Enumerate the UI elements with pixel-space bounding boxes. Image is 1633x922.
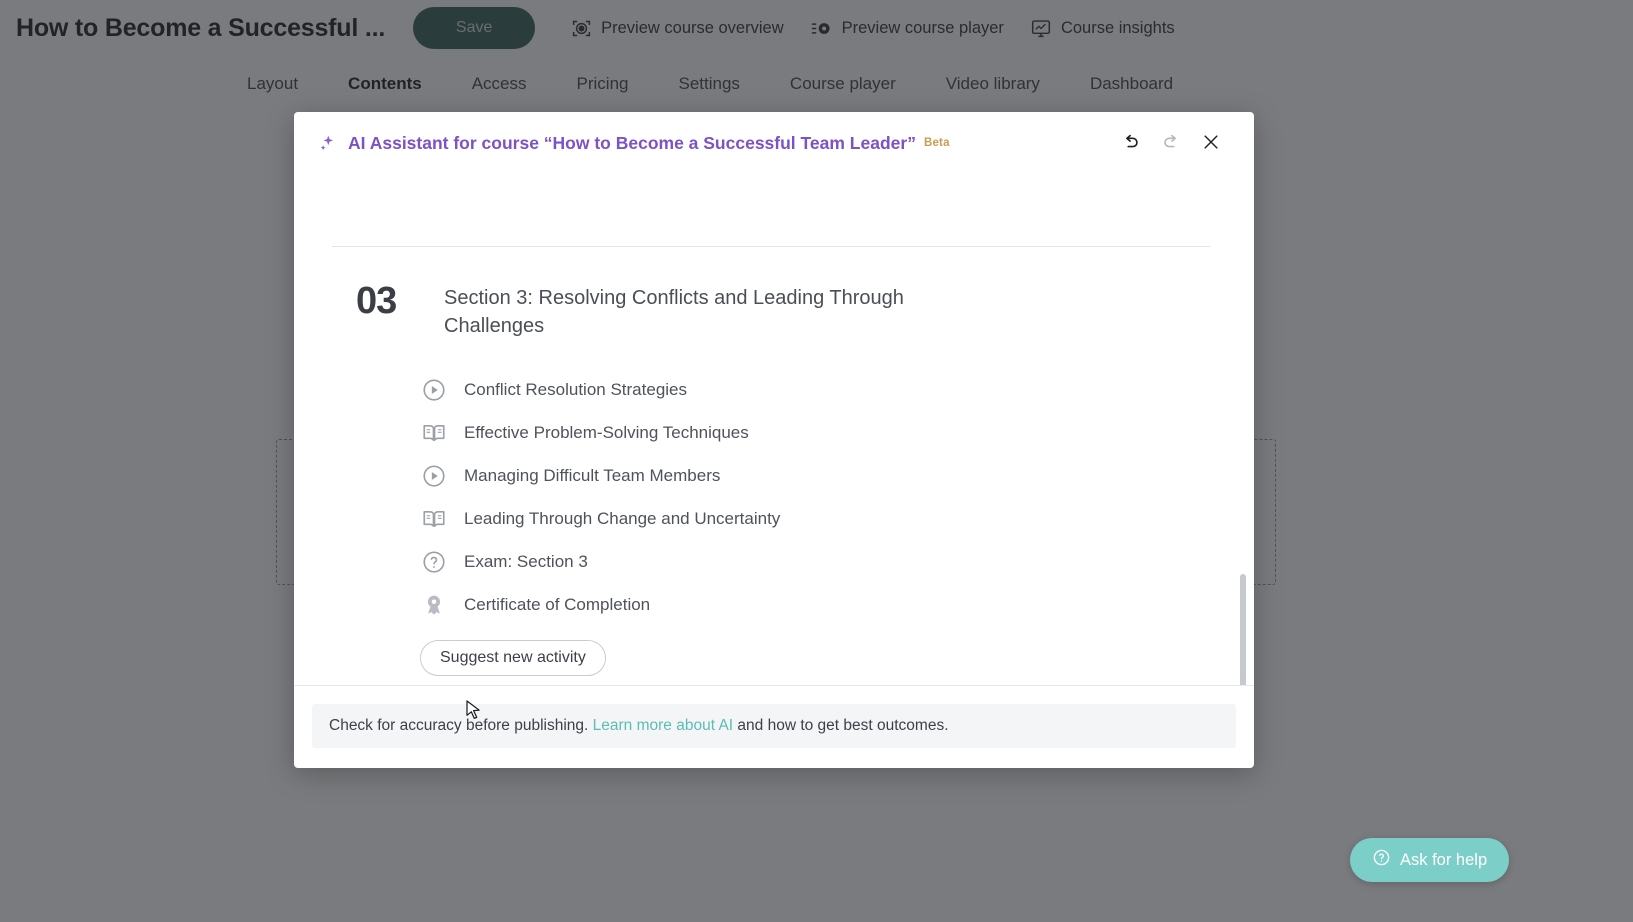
redo-button[interactable]	[1154, 126, 1188, 160]
suggest-new-activity-button[interactable]: Suggest new activity	[420, 640, 606, 676]
dialog-title: AI Assistant for course “How to Become a…	[348, 132, 916, 153]
close-button[interactable]	[1194, 126, 1228, 160]
question-circle-icon	[420, 548, 448, 576]
undo-icon	[1120, 131, 1142, 156]
ask-for-help-button[interactable]: Ask for help	[1350, 838, 1510, 882]
open-book-icon	[420, 505, 448, 533]
award-ribbon-icon	[420, 591, 448, 619]
list-item-label: Managing Difficult Team Members	[464, 465, 721, 485]
question-circle-icon	[1372, 848, 1391, 872]
open-book-icon	[420, 419, 448, 447]
list-item[interactable]: Exam: Section 3	[420, 540, 1210, 583]
activity-list: Conflict Resolution Strategies Effective…	[356, 368, 1210, 626]
list-item[interactable]: Certificate of Completion	[420, 583, 1210, 626]
disclaimer-text-after: and how to get best outcomes.	[733, 717, 949, 734]
list-item-label: Certificate of Completion	[464, 594, 651, 614]
dialog-content: 03 Section 3: Resolving Conflicts and Le…	[294, 174, 1254, 685]
play-circle-icon	[420, 462, 448, 490]
play-circle-icon	[420, 376, 448, 404]
content-scrollbar-thumb[interactable]	[1240, 574, 1246, 685]
redo-icon	[1160, 131, 1182, 156]
list-item[interactable]: Effective Problem-Solving Techniques	[420, 411, 1210, 454]
list-item-label: Effective Problem-Solving Techniques	[464, 422, 749, 442]
undo-button[interactable]	[1114, 126, 1148, 160]
close-icon	[1201, 132, 1221, 155]
list-item[interactable]: Conflict Resolution Strategies	[420, 368, 1210, 411]
list-item-label: Exam: Section 3	[464, 551, 588, 571]
generated-outline: 03 Section 3: Resolving Conflicts and Le…	[294, 174, 1254, 685]
ask-for-help-label: Ask for help	[1400, 850, 1488, 869]
dialog-header: AI Assistant for course “How to Become a…	[294, 112, 1254, 174]
list-item[interactable]: Managing Difficult Team Members	[420, 454, 1210, 497]
sparkle-icon	[318, 134, 337, 153]
suggest-activity-wrap: Suggest new activity	[356, 640, 1210, 676]
list-item[interactable]: Leading Through Change and Uncertainty	[420, 497, 1210, 540]
beta-badge: Beta	[923, 137, 950, 149]
dialog-footer: Check for accuracy before publishing. Le…	[294, 685, 1254, 768]
accuracy-disclaimer: Check for accuracy before publishing. Le…	[312, 704, 1236, 748]
list-item-label: Leading Through Change and Uncertainty	[464, 508, 781, 528]
section-title: Section 3: Resolving Conflicts and Leadi…	[444, 287, 904, 337]
disclaimer-text-before: Check for accuracy before publishing.	[329, 717, 593, 734]
list-item-label: Conflict Resolution Strategies	[464, 379, 688, 399]
learn-more-about-ai-link[interactable]: Learn more about AI	[593, 717, 733, 734]
ai-assistant-dialog: AI Assistant for course “How to Become a…	[294, 112, 1254, 768]
section-number: 03	[356, 280, 397, 322]
section-heading: 03 Section 3: Resolving Conflicts and Le…	[356, 174, 1210, 340]
